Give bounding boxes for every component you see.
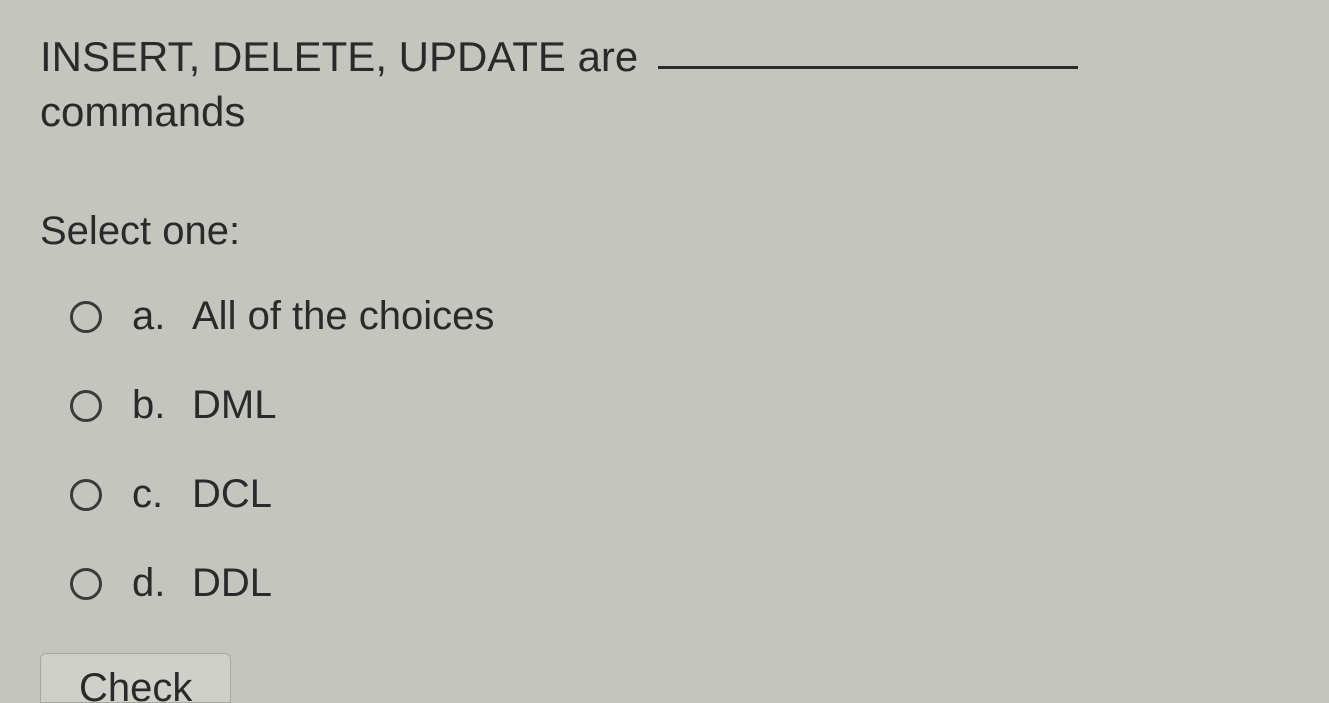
- radio-icon: [70, 390, 102, 422]
- option-label: DDL: [192, 561, 1289, 606]
- radio-icon: [70, 568, 102, 600]
- option-d[interactable]: d. DDL: [70, 561, 1289, 606]
- option-label: DCL: [192, 472, 1289, 517]
- option-b[interactable]: b. DML: [70, 383, 1289, 428]
- options-group: a. All of the choices b. DML c. DCL d. D…: [40, 294, 1289, 606]
- question-after: commands: [40, 88, 245, 135]
- option-letter: a.: [132, 294, 192, 339]
- option-letter: d.: [132, 561, 192, 606]
- option-letter: b.: [132, 383, 192, 428]
- radio-icon: [70, 479, 102, 511]
- blank-line: [658, 66, 1078, 69]
- question-text: INSERT, DELETE, UPDATE are commands: [40, 30, 1289, 139]
- check-button[interactable]: Check: [40, 653, 231, 703]
- option-label: All of the choices: [192, 294, 1289, 339]
- option-c[interactable]: c. DCL: [70, 472, 1289, 517]
- option-letter: c.: [132, 472, 192, 517]
- select-prompt: Select one:: [40, 209, 1289, 254]
- radio-icon: [70, 301, 102, 333]
- option-a[interactable]: a. All of the choices: [70, 294, 1289, 339]
- question-before: INSERT, DELETE, UPDATE are: [40, 33, 650, 80]
- option-label: DML: [192, 383, 1289, 428]
